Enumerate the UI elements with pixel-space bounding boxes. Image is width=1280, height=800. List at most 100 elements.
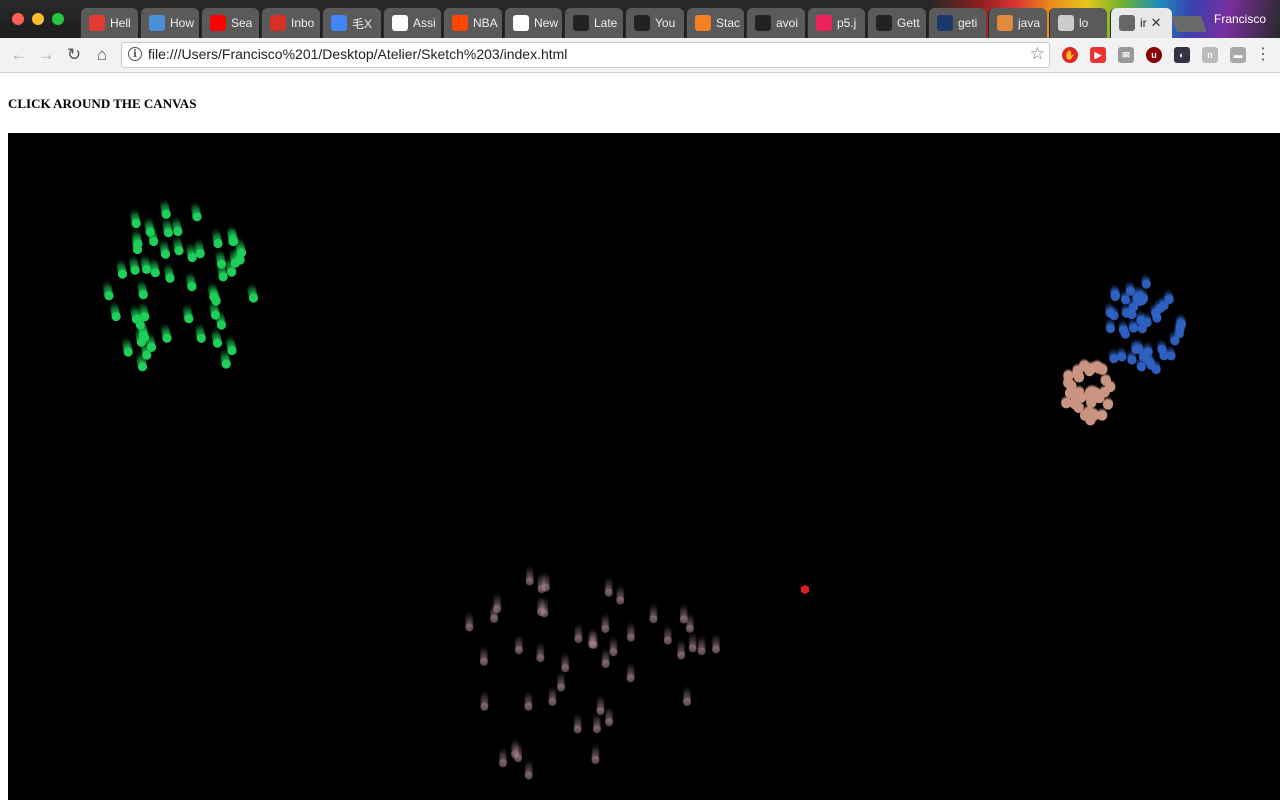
- forward-button[interactable]: →: [35, 44, 57, 66]
- fireworks-canvas[interactable]: [8, 133, 1280, 800]
- firework-particle: [1064, 388, 1076, 399]
- tab-4[interactable]: 毛X: [322, 8, 381, 38]
- dark-mode-extension-icon[interactable]: ◐: [1174, 47, 1190, 63]
- url-text[interactable]: file:///Users/Francisco%201/Desktop/Atel…: [148, 46, 567, 62]
- firework-particle: [1159, 351, 1169, 361]
- tab-2[interactable]: Sea: [201, 8, 259, 38]
- close-tab-icon[interactable]: ✕: [1151, 15, 1162, 31]
- chat-extension-icon[interactable]: ✉: [1118, 47, 1134, 63]
- firework-particle: [192, 212, 202, 222]
- firework-particle: [574, 635, 583, 644]
- firework-particle: [616, 596, 625, 605]
- firework-particle: [1063, 377, 1074, 389]
- address-bar[interactable]: i file:///Users/Francisco%201/Desktop/At…: [121, 42, 1050, 68]
- back-button[interactable]: ←: [8, 44, 30, 66]
- file-icon: [1058, 15, 1074, 31]
- firework-particle: [196, 333, 206, 343]
- ublock-extension-icon[interactable]: u: [1146, 47, 1162, 63]
- tab-16[interactable]: lo: [1049, 8, 1107, 38]
- tab-label: geti: [958, 16, 978, 30]
- firework-particle: [1146, 360, 1156, 370]
- firework-particle: [132, 244, 143, 255]
- firework-particle: [1141, 279, 1151, 289]
- firework-particle: [479, 657, 488, 666]
- firework-particle: [211, 296, 221, 306]
- tab-14[interactable]: geti: [928, 8, 986, 38]
- maximize-window-button[interactable]: [52, 13, 64, 25]
- tab-9[interactable]: You: [625, 8, 684, 38]
- firework-particle: [162, 333, 172, 343]
- firework-particle: [596, 707, 605, 716]
- firework-particle: [146, 342, 157, 352]
- browser-chrome: Hell How Sea Inbo 毛X Assi NBA New Late You Stac avo…: [0, 0, 1280, 73]
- grid-icon: [392, 15, 408, 31]
- tab-3[interactable]: Inbo: [261, 8, 320, 38]
- tab-15[interactable]: java: [988, 8, 1047, 38]
- firework-particle: [548, 697, 557, 706]
- firework-particle: [685, 624, 694, 633]
- bookmark-star-icon[interactable]: ☆: [1030, 44, 1045, 64]
- card-extension-icon[interactable]: ▬: [1230, 47, 1246, 63]
- browser-toolbar: ← → ↻ ⌂ i file:///Users/Francisco%201/De…: [0, 38, 1280, 73]
- profile-name[interactable]: Francisco: [1214, 12, 1266, 26]
- reload-button[interactable]: ↻: [63, 44, 85, 66]
- tab-17[interactable]: ir ✕: [1110, 8, 1172, 38]
- grammar-extension-icon[interactable]: n: [1202, 47, 1218, 63]
- browser-menu-icon[interactable]: ⋮: [1255, 44, 1271, 64]
- tab-5[interactable]: Assi: [383, 8, 441, 38]
- firework-particle: [248, 293, 259, 303]
- firework-particle: [1131, 344, 1141, 354]
- firework-particle: [537, 585, 546, 593]
- adblock-extension-icon[interactable]: ✋: [1062, 47, 1078, 63]
- page-heading: CLICK AROUND THE CANVAS: [8, 96, 197, 111]
- firework-particle: [218, 272, 228, 282]
- info-icon[interactable]: i: [128, 47, 142, 61]
- firework-particle: [525, 577, 534, 586]
- firework-particle: [536, 654, 545, 663]
- tab-13[interactable]: Gett: [867, 8, 926, 38]
- firework-particle: [1137, 296, 1147, 306]
- minimize-window-button[interactable]: [32, 13, 44, 25]
- tab-1[interactable]: How: [140, 8, 199, 38]
- firework-particle: [216, 320, 227, 330]
- firework-particle: [573, 725, 582, 734]
- firework-particle: [589, 640, 598, 649]
- firework-particle: [160, 249, 171, 259]
- firework-particle: [1170, 336, 1180, 346]
- firework-particle: [137, 362, 148, 372]
- firework-particle: [712, 645, 720, 654]
- tab-12[interactable]: p5.j: [807, 8, 865, 38]
- firework-particle: [1085, 415, 1096, 426]
- tab-10[interactable]: Stac: [686, 8, 744, 38]
- firework-particle: [1136, 362, 1146, 372]
- home-button[interactable]: ⌂: [91, 44, 113, 66]
- youtube-icon: [210, 15, 226, 31]
- tab-11[interactable]: avoi: [746, 8, 805, 38]
- firework-particle: [1121, 295, 1131, 305]
- tab-6[interactable]: NBA: [443, 8, 502, 38]
- file-icon: [1119, 15, 1135, 31]
- firework-particle: [1129, 323, 1139, 333]
- tab-label: Hell: [110, 16, 131, 30]
- firework-particle: [138, 290, 148, 300]
- firework-particle: [679, 615, 688, 624]
- firework-particle: [184, 314, 194, 324]
- tab-0[interactable]: Hell: [80, 8, 138, 38]
- pencil-icon: [997, 15, 1013, 31]
- github-icon: [876, 15, 892, 31]
- firework-particle: [117, 269, 128, 279]
- firework-particle: [195, 249, 205, 259]
- firework-particle: [111, 311, 121, 322]
- firework-particle: [212, 338, 223, 348]
- close-window-button[interactable]: [12, 13, 24, 25]
- firework-particle: [514, 754, 523, 763]
- github-icon: [634, 15, 650, 31]
- tab-8[interactable]: Late: [564, 8, 623, 38]
- firework-particle: [1127, 310, 1137, 320]
- tab-7[interactable]: New: [504, 8, 562, 38]
- firework-particle: [499, 759, 507, 768]
- firework-particle: [163, 228, 173, 238]
- youtube-extension-icon[interactable]: ▶: [1090, 47, 1106, 63]
- firework-particle: [561, 664, 570, 673]
- new-tab-button[interactable]: [1171, 16, 1207, 32]
